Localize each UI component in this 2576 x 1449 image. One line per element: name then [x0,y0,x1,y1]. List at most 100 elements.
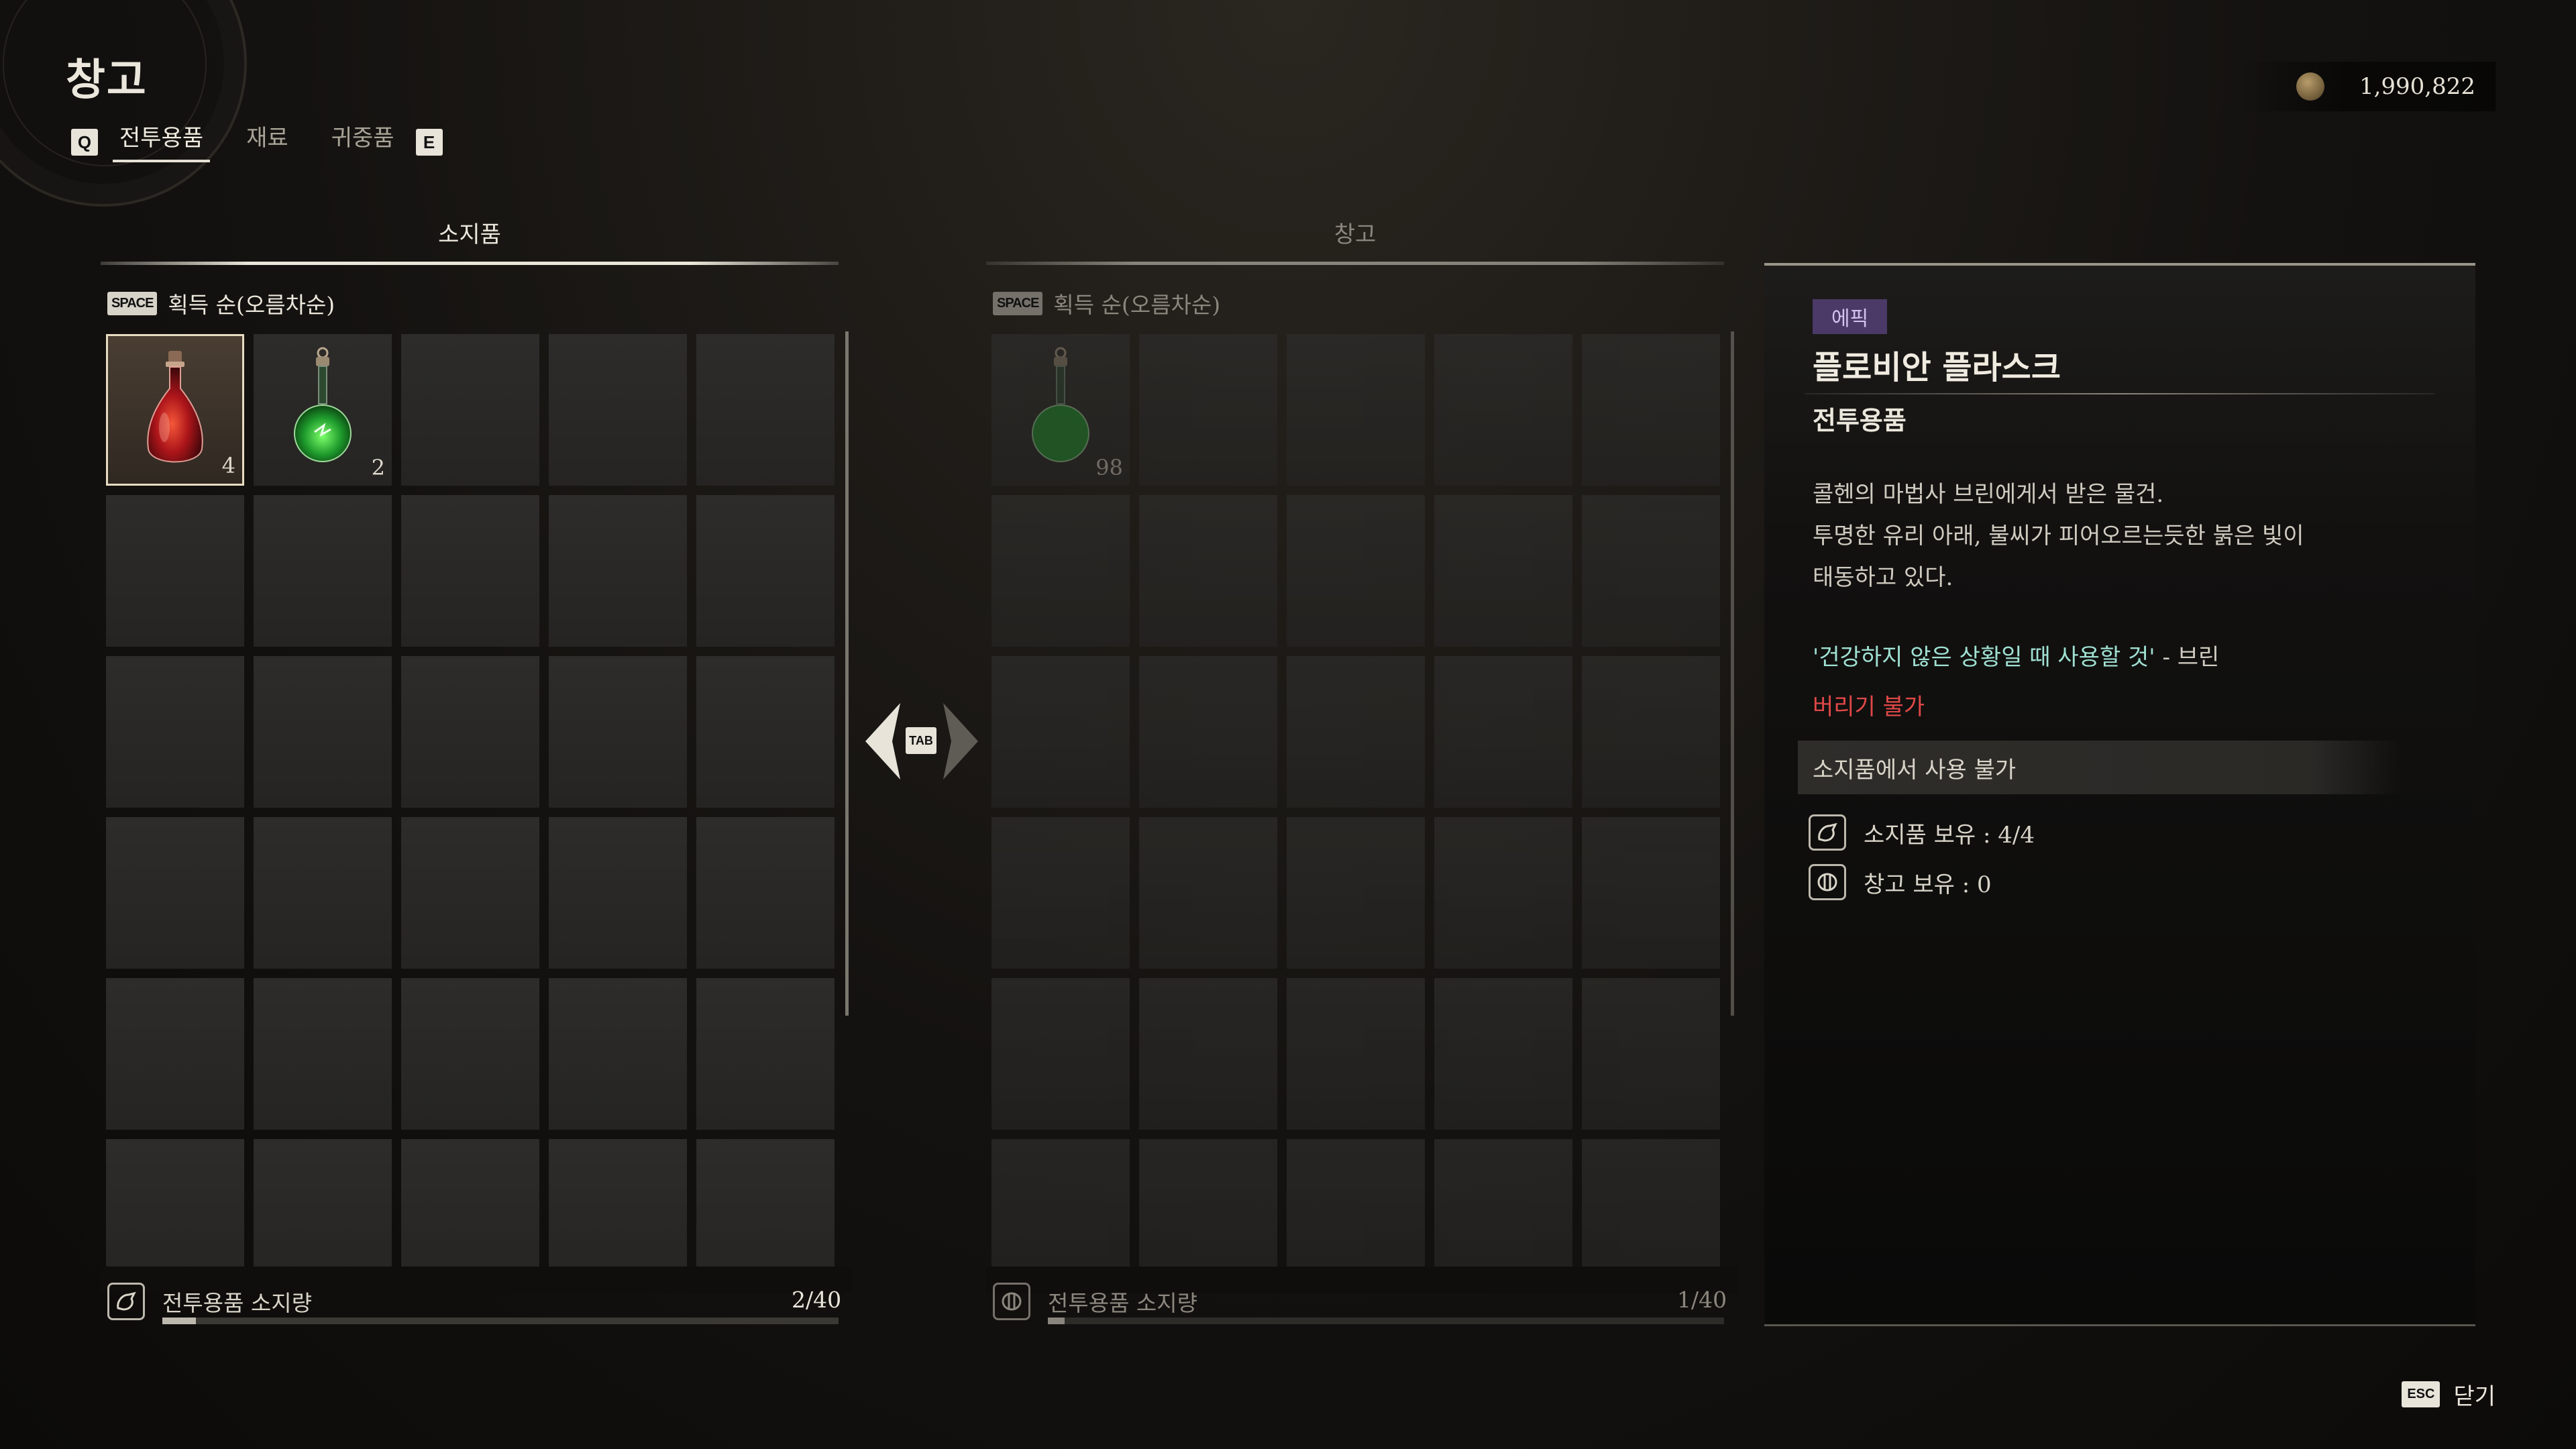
space-key: SPACE [107,291,158,315]
storage-slot[interactable] [1582,978,1720,1130]
storage-grid: 98 [991,334,1727,1291]
inventory-slot[interactable] [106,978,244,1130]
inventory-slot[interactable] [254,656,392,808]
storage-slot[interactable]: 98 [991,334,1130,486]
pouch-icon [107,1283,145,1320]
inventory-slot[interactable] [696,495,835,647]
inventory-slot[interactable] [401,978,539,1130]
owned-in-storage-text: 창고 보유 : 0 [1864,871,1992,898]
storage-slot[interactable] [1434,656,1572,808]
pouch-icon [1809,814,1846,851]
storage-slot[interactable] [1287,656,1425,808]
tab-key: TAB [906,727,936,754]
storage-slot[interactable] [1139,495,1277,647]
inventory-scrollbar[interactable] [845,331,849,1016]
next-tab-key[interactable]: E [415,129,443,156]
inventory-slot[interactable] [254,817,392,969]
category-tabs: Q 전투용품 재료 귀중품 E [71,122,443,162]
storage-capacity-fill [1048,1318,1065,1324]
tab-combat-items[interactable]: 전투용품 [112,122,211,162]
inventory-slot[interactable] [696,978,835,1130]
quote-author: - 브린 [2155,644,2220,671]
inventory-heading: 소지품 [438,221,501,248]
item-description: 콜헨의 마법사 브린에게서 받은 물건. 투명한 유리 아래, 불씨가 피어오르… [1813,481,2304,591]
storage-slot[interactable] [1434,978,1572,1130]
storage-slot[interactable] [1582,334,1720,486]
storage-slot[interactable] [991,978,1130,1130]
no-drop-notice: 버리기 불가 [1813,694,1925,720]
currency-display: 1,990,822 [2241,62,2496,111]
inventory-slot[interactable]: 2 [254,334,392,486]
inventory-slot[interactable] [549,817,687,969]
storage-slot[interactable] [1434,334,1572,486]
inventory-slot[interactable] [696,334,835,486]
storage-footer: 전투용품 소지량 [993,1283,1197,1320]
item-name-divider [1805,393,2435,394]
page-title: 창고 [66,55,148,105]
swap-panels-button[interactable]: TAB [861,698,982,785]
inventory-slot[interactable] [549,978,687,1130]
inventory-slot[interactable] [401,817,539,969]
space-key: SPACE [993,291,1043,315]
inventory-slot[interactable] [549,334,687,486]
storage-slot[interactable] [1139,334,1277,486]
inventory-slot[interactable] [549,656,687,808]
red-potion-icon [147,351,203,463]
storage-slot[interactable] [991,817,1130,969]
storage-slot[interactable] [1139,656,1277,808]
inventory-capacity-count: 2/40 [792,1287,842,1313]
inventory-slot[interactable] [401,334,539,486]
storage-slot[interactable] [1287,495,1425,647]
item-quantity: 4 [221,453,235,478]
inventory-slot[interactable]: 4 [106,334,244,486]
tab-valuables[interactable]: 귀중품 [331,122,394,162]
storage-slot[interactable] [1287,817,1425,969]
storage-scrollbar[interactable] [1731,331,1734,1016]
storage-slot[interactable] [1582,495,1720,647]
inventory-capacity-bar [162,1318,839,1324]
storage-sort[interactable]: SPACE 획득 순(오름차순) [993,287,1220,319]
inventory-slot[interactable] [106,817,244,969]
storage-slot[interactable] [1434,495,1572,647]
storage-slot[interactable] [991,656,1130,808]
inventory-slot[interactable] [696,656,835,808]
storage-slot[interactable] [1434,817,1572,969]
storage-capacity-bar [1048,1318,1724,1324]
storage-heading: 창고 [1334,221,1377,248]
item-name: 플로비안 플라스크 [1813,349,2061,386]
storage-slot[interactable] [1582,656,1720,808]
inventory-slot[interactable] [254,978,392,1130]
inventory-capacity-label: 전투용품 소지량 [162,1290,313,1316]
currency-value: 1,990,822 [2359,73,2475,100]
storage-slot[interactable] [991,495,1130,647]
inventory-slot[interactable] [549,495,687,647]
storage-slot[interactable] [1582,817,1720,969]
inventory-sort[interactable]: SPACE 획득 순(오름차순) [107,287,335,319]
inventory-grid: 4 2 [106,334,841,1291]
inventory-slot[interactable] [254,495,392,647]
inventory-slot[interactable] [106,495,244,647]
close-label: 닫기 [2453,1383,2496,1410]
inventory-heading-underline [101,262,839,265]
inventory-slot[interactable] [696,817,835,969]
storage-heading-underline [986,262,1724,265]
storage-slot[interactable] [1139,978,1277,1130]
quote-text: '건강하지 않은 상황일 때 사용할 것' [1813,644,2155,671]
chest-icon [1809,864,1846,900]
prev-tab-key[interactable]: Q [71,129,98,156]
inventory-slot[interactable] [401,495,539,647]
green-flask-icon [1032,347,1089,462]
rarity-badge: 에픽 [1813,299,1888,334]
owned-in-inventory: 소지품 보유 : 4/4 [1809,814,2035,851]
use-restriction: 소지품에서 사용 불가 [1798,741,2402,794]
coin-icon [2296,72,2324,101]
tab-materials[interactable]: 재료 [246,122,288,162]
storage-slot[interactable] [1287,334,1425,486]
close-button[interactable]: ESC 닫기 [2402,1378,2496,1411]
storage-slot[interactable] [1287,978,1425,1130]
inventory-capacity-fill [162,1318,197,1324]
owned-in-storage: 창고 보유 : 0 [1809,864,1992,900]
inventory-slot[interactable] [401,656,539,808]
storage-slot[interactable] [1139,817,1277,969]
inventory-slot[interactable] [106,656,244,808]
